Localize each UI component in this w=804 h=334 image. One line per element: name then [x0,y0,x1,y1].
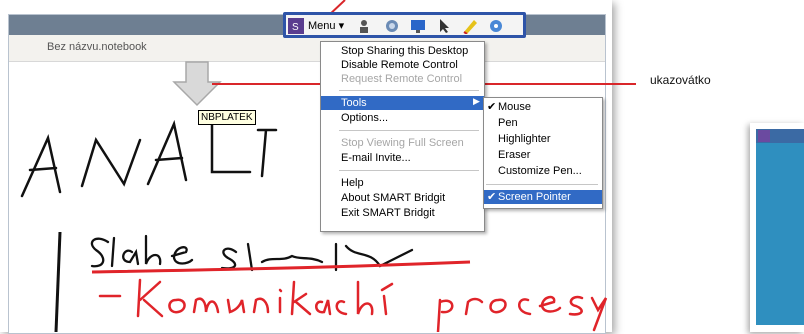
svg-text:S: S [292,22,299,33]
pointer-tooltip: NBPLATEK [198,110,256,125]
submenu-separator [486,184,598,185]
tools-submenu: ✔ Mouse Pen Highlighter Eraser Customize … [483,97,603,209]
thumbnail-header [756,129,804,143]
pointer-icon[interactable] [436,18,452,34]
menu-item-exit[interactable]: Exit SMART Bridgit [321,206,484,220]
menu-item-help[interactable]: Help [321,176,484,190]
menu-item-disable-remote[interactable]: Disable Remote Control [321,58,484,72]
ink-title-text [20,114,278,198]
smart-menu-dropdown: Stop Sharing this Desktop Disable Remote… [320,41,485,232]
submenu-item-mouse[interactable]: ✔ Mouse [484,100,602,114]
menu-separator [339,130,479,131]
pen-icon[interactable] [462,18,478,35]
ink-vertical-line [54,231,62,332]
thumbnail-screen [756,129,804,325]
menu-item-about[interactable]: About SMART Bridgit [321,191,484,205]
submenu-item-pen[interactable]: Pen [484,116,602,130]
smart-logo-icon[interactable]: S [288,18,304,34]
menu-separator [339,90,479,91]
menu-item-options[interactable]: Options... [321,111,484,125]
menu-item-email-invite[interactable]: E-mail Invite... [321,151,484,165]
menu-item-stop-sharing[interactable]: Stop Sharing this Desktop [321,44,484,58]
submenu-item-screen-pointer[interactable]: ✔ Screen Pointer [484,190,602,204]
menu-item-stop-viewing: Stop Viewing Full Screen [341,137,464,149]
menu-item-request-remote: Request Remote Control [341,73,463,85]
submenu-item-customize-pen[interactable]: Customize Pen... [484,164,602,178]
smart-logo-icon [758,130,770,142]
checkmark-icon: ✔ [487,101,497,113]
monitor-icon[interactable] [410,18,426,34]
settings-icon[interactable] [488,18,504,34]
user-icon[interactable] [356,18,372,34]
menu-item-tools[interactable]: Tools ▶ [321,96,484,110]
smart-bridgit-toolbar: S Menu ▾ [283,12,526,38]
submenu-arrow-icon: ▶ [473,96,480,106]
submenu-item-highlighter[interactable]: Highlighter [484,132,602,146]
submenu-item-eraser[interactable]: Eraser [484,148,602,162]
globe-icon[interactable] [384,18,400,34]
ink-red-text [98,278,608,332]
menu-separator [339,170,479,171]
menu-button[interactable]: Menu ▾ [308,19,344,32]
second-screenshot-thumbnail [750,123,804,332]
callout-label: ukazovátko [650,73,711,87]
checkmark-icon: ✔ [487,191,497,203]
ink-red-underline [91,260,471,274]
